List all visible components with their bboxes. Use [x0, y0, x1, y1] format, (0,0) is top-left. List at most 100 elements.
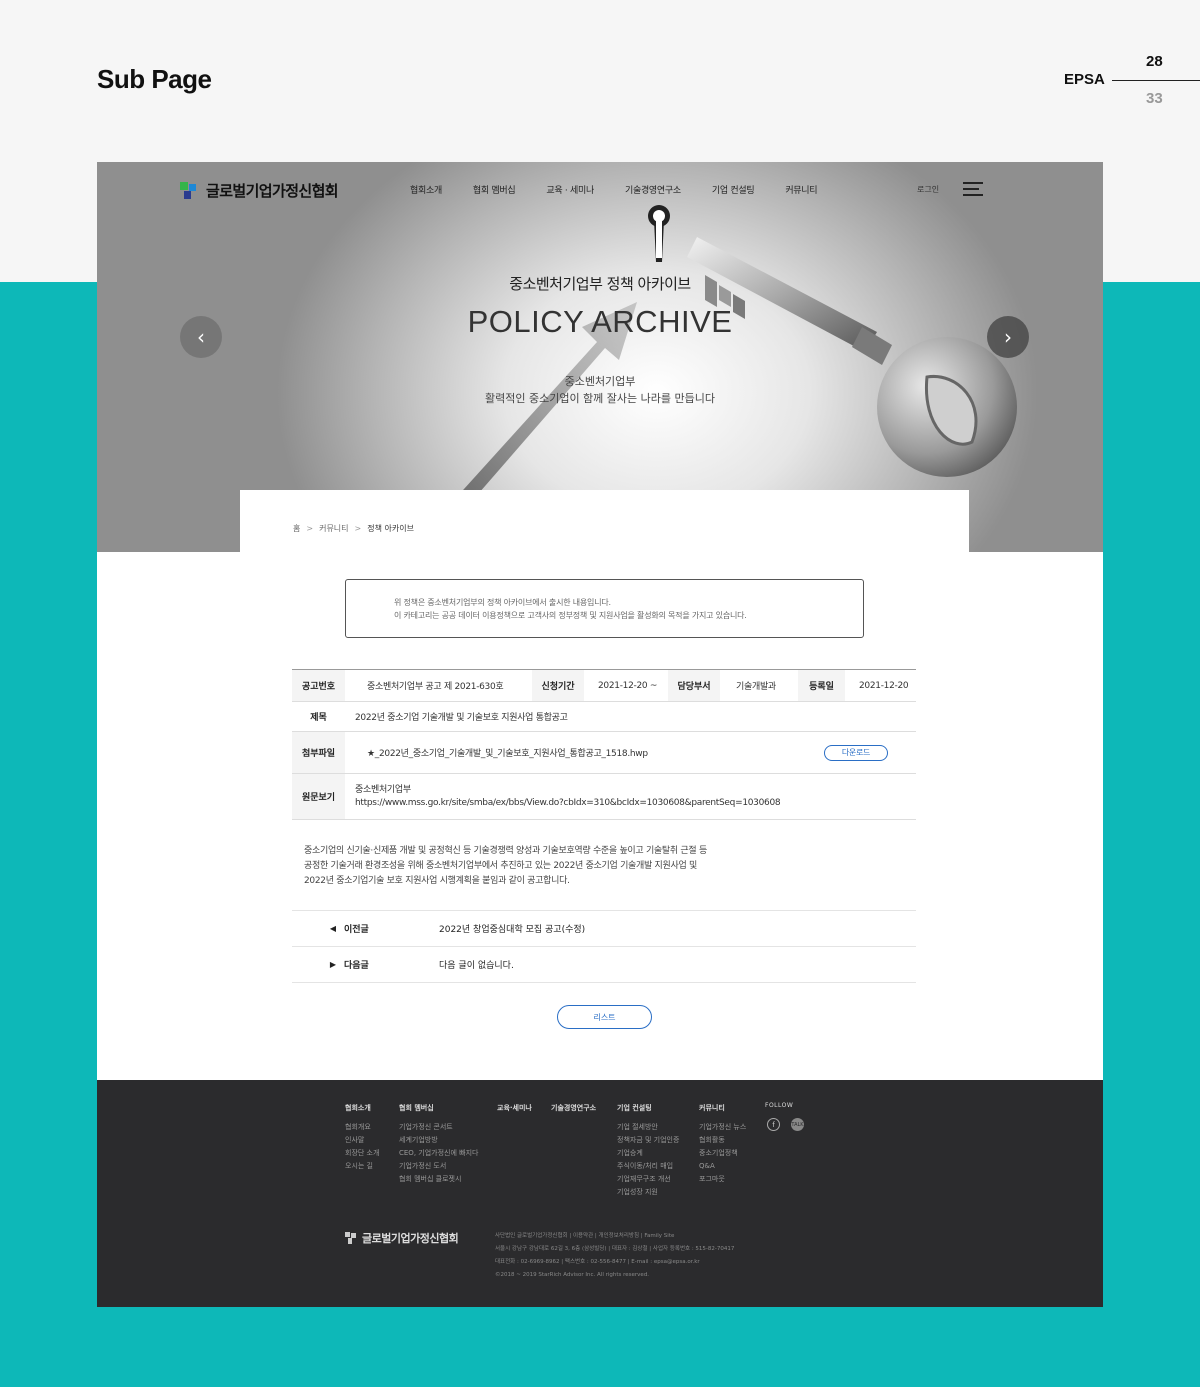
footer-heading[interactable]: 교육·세미나: [497, 1102, 532, 1115]
notice-no-label: 공고번호: [292, 670, 345, 701]
footer-link[interactable]: Q&A: [699, 1160, 746, 1173]
keyhole-graphic: [648, 205, 670, 262]
detail-table: 공고번호 중소벤처기업부 공고 제 2021-630호 신청기간 2021-12…: [292, 669, 916, 820]
footer-follow-label: FOLLOW: [765, 1102, 794, 1109]
footer-copyright: ©2018 ~ 2019 StarRich Advisor Inc. All r…: [495, 1272, 650, 1278]
post-body: 중소기업의 신기술·신제품 개발 및 공정혁신 등 기술경쟁력 양성과 기술보호…: [304, 844, 764, 889]
dept-label: 담당부서: [668, 670, 720, 701]
post-body-line1: 중소기업의 신기술·신제품 개발 및 공정혁신 등 기술경쟁력 양성과 기술보호…: [304, 846, 707, 856]
list-button[interactable]: 리스트: [557, 1005, 652, 1029]
nav-item-research[interactable]: 기술경영연구소: [625, 183, 681, 196]
footer-link[interactable]: 정책자금 및 기업인증: [617, 1134, 679, 1147]
footer-link[interactable]: 기업승계: [617, 1147, 679, 1160]
hero-subtitle-line2: 활력적인 중소기업이 함께 잘사는 나라를 만듭니다: [484, 392, 715, 405]
table-row: 제목 2022년 중소기업 기술개발 및 기술보호 지원사업 통합공고: [292, 702, 916, 732]
footer-link[interactable]: 중소기업정책: [699, 1147, 746, 1160]
footer-info-links[interactable]: 사단법인 글로벌기업가정신협회 | 이용약관 | 개인정보처리방침 | Fami…: [495, 1230, 734, 1243]
hamburger-menu-icon[interactable]: [963, 182, 983, 196]
notice-box: 위 정책은 중소벤처기업부의 정책 아카이브에서 출시한 내용입니다. 이 카테…: [345, 579, 864, 638]
site-footer: 협회소개 협회개요 인사말 회장단 소개 오시는 길 협회 멤버십 기업가정신 …: [97, 1080, 1103, 1307]
download-button[interactable]: 다운로드: [824, 744, 888, 761]
kakaotalk-icon[interactable]: TALK: [791, 1118, 804, 1131]
dept-value: 기술개발과: [736, 682, 776, 692]
nav-item-consulting[interactable]: 기업 컨설팅: [712, 183, 755, 196]
nav-item-membership[interactable]: 협회 멤버십: [473, 183, 516, 196]
hero-korean-title: 중소벤처기업부 정책 아카이브: [509, 275, 691, 293]
post-body-line2: 공정한 기술거래 환경조성을 위해 중소벤처기업부에서 추진하고 있는 2022…: [304, 861, 698, 871]
footer-col-consulting: 기업 컨설팅 기업 절세방안 정책자금 및 기업인증 기업승계 주식이동/처리 …: [617, 1102, 679, 1199]
breadcrumb-separator-icon: >: [354, 524, 362, 533]
page-divider: [1112, 80, 1200, 81]
footer-link[interactable]: 협회활동: [699, 1134, 746, 1147]
page-current: 28: [1146, 53, 1163, 70]
footer-link[interactable]: 기업재무구조 개선: [617, 1173, 679, 1186]
slide-next-button[interactable]: ›: [987, 316, 1029, 358]
footer-col-research: 기술경영연구소: [551, 1102, 596, 1121]
footer-link[interactable]: 오시는 길: [345, 1160, 379, 1173]
table-row: 첨부파일 ★_2022년_중소기업_기술개발_및_기술보호_지원사업_통합공고_…: [292, 732, 916, 774]
triangle-left-icon: ◀: [329, 924, 336, 933]
triangle-right-icon: ▶: [329, 960, 336, 969]
post-navigation: ◀ 이전글 2022년 창업중심대학 모집 공고(수정) ▶ 다음글 다음 글이…: [292, 910, 916, 983]
breadcrumb-home[interactable]: 홈: [293, 523, 300, 534]
notice-line1: 위 정책은 중소벤처기업부의 정책 아카이브에서 출시한 내용입니다.: [394, 598, 611, 607]
footer-col-membership: 협회 멤버십 기업가정신 콘서트 세계기업방방 CEO, 기업가정신에 빠지다 …: [399, 1102, 478, 1186]
footer-col-community: 커뮤니티 기업가정신 뉴스 협회활동 중소기업정책 Q&A 포그마웃: [699, 1102, 746, 1186]
prev-post-title[interactable]: 2022년 창업중심대학 모집 공고(수정): [439, 922, 585, 935]
attachment-cell: ★_2022년_중소기업_기술개발_및_기술보호_지원사업_통합공고_1518.…: [345, 732, 916, 773]
footer-link[interactable]: 협회개요: [345, 1121, 379, 1134]
footer-link[interactable]: 포그마웃: [699, 1173, 746, 1186]
origin-cell: 중소벤처기업부 https://www.mss.go.kr/site/smba/…: [345, 774, 916, 819]
footer-heading[interactable]: 협회 멤버십: [399, 1102, 478, 1115]
site-logo[interactable]: 글로벌기업가정신협회: [180, 180, 339, 201]
footer-company-info: 사단법인 글로벌기업가정신협회 | 이용약관 | 개인정보처리방침 | Fami…: [495, 1230, 734, 1282]
footer-logo[interactable]: 글로벌기업가정신협회: [345, 1230, 459, 1246]
slide-prev-button[interactable]: ‹: [180, 316, 222, 358]
origin-label: 원문보기: [292, 774, 345, 819]
table-row: 공고번호 중소벤처기업부 공고 제 2021-630호 신청기간 2021-12…: [292, 670, 916, 702]
footer-link[interactable]: 기업가정신 콘서트: [399, 1121, 478, 1134]
footer-link[interactable]: 기업 절세방안: [617, 1121, 679, 1134]
footer-link[interactable]: 인사말: [345, 1134, 379, 1147]
page-total: 33: [1146, 90, 1163, 107]
footer-link[interactable]: 세계기업방방: [399, 1134, 478, 1147]
footer-heading[interactable]: 협회소개: [345, 1102, 379, 1115]
footer-link[interactable]: CEO, 기업가정신에 빠지다: [399, 1147, 478, 1160]
notice-no-value: 중소벤처기업부 공고 제 2021-630호: [367, 682, 504, 692]
next-post-row[interactable]: ▶ 다음글 다음 글이 없습니다.: [292, 947, 916, 983]
attachment-filename[interactable]: ★_2022년_중소기업_기술개발_및_기술보호_지원사업_통합공고_1518.…: [367, 746, 648, 759]
footer-link[interactable]: 협회 멤버십 클로젯시: [399, 1173, 478, 1186]
footer-heading[interactable]: 기술경영연구소: [551, 1102, 596, 1115]
footer-link[interactable]: 회장단 소개: [345, 1147, 379, 1160]
reg-date-value: 2021-12-20: [859, 680, 909, 691]
nav-item-community[interactable]: 커뮤니티: [785, 183, 817, 196]
sub-page-title: Sub Page: [97, 64, 212, 94]
footer-link[interactable]: 기업성장 지원: [617, 1186, 679, 1199]
next-post-label: 다음글: [344, 961, 369, 971]
footer-link[interactable]: 기업가정신 뉴스: [699, 1121, 746, 1134]
footer-info-address: 서울시 강남구 강남대로 62길 3, 6층 (삼성빌딩) | 대표자 : 김상…: [495, 1246, 735, 1252]
breadcrumb-level1[interactable]: 커뮤니티: [319, 523, 348, 534]
notice-line2: 이 카테고리는 공공 데이터 이용정책으로 고객사의 정부정책 및 지원사업을 …: [394, 611, 747, 620]
prev-post-row[interactable]: ◀ 이전글 2022년 창업중심대학 모집 공고(수정): [292, 911, 916, 947]
login-link[interactable]: 로그인: [917, 184, 939, 195]
next-post-title: 다음 글이 없습니다.: [439, 961, 514, 971]
footer-heading[interactable]: 커뮤니티: [699, 1102, 746, 1115]
footer-link[interactable]: 주식이동/처리 매입: [617, 1160, 679, 1173]
reg-date-label: 등록일: [798, 670, 845, 701]
key-graphic: [687, 237, 1017, 477]
nav-item-education[interactable]: 교육 · 세미나: [546, 183, 594, 196]
footer-heading[interactable]: 기업 컨설팅: [617, 1102, 679, 1115]
attachment-label: 첨부파일: [292, 732, 345, 773]
footer-logo-mark-icon: [345, 1232, 357, 1244]
facebook-icon[interactable]: f: [767, 1118, 780, 1131]
period-label: 신청기간: [532, 670, 584, 701]
table-row: 원문보기 중소벤처기업부 https://www.mss.go.kr/site/…: [292, 774, 916, 820]
title-value: 2022년 중소기업 기술개발 및 기술보호 지원사업 통합공고: [355, 713, 568, 723]
title-label: 제목: [292, 702, 345, 731]
origin-url-link[interactable]: https://www.mss.go.kr/site/smba/ex/bbs/V…: [355, 797, 781, 810]
chevron-left-icon: ‹: [197, 325, 205, 349]
nav-item-about[interactable]: 협회소개: [410, 183, 442, 196]
footer-info-contact: 대표전화 : 02-6969-8962 | 팩스번호 : 02-556-8477…: [495, 1259, 700, 1265]
footer-link[interactable]: 기업가정신 도서: [399, 1160, 478, 1173]
